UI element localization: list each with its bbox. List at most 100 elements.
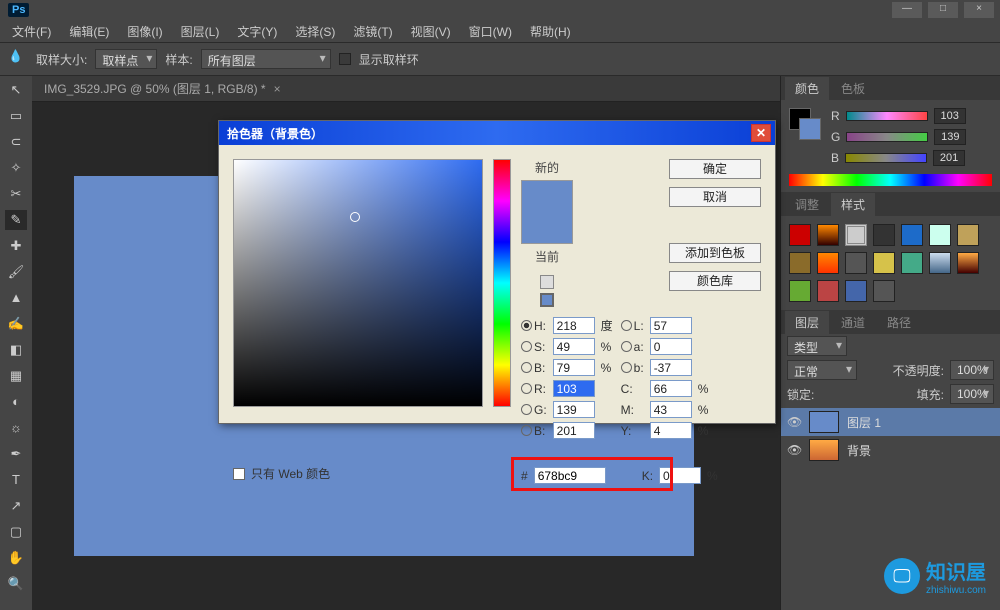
dialog-close-button[interactable]: ✕ <box>751 124 771 142</box>
r-input[interactable] <box>934 108 966 124</box>
layer-thumbnail[interactable] <box>809 439 839 461</box>
blend-mode-select[interactable]: 正常 <box>787 360 857 380</box>
hex-input[interactable] <box>534 467 606 484</box>
ok-button[interactable]: 确定 <box>669 159 761 179</box>
h-radio[interactable] <box>521 320 532 331</box>
r-slider[interactable] <box>846 111 928 121</box>
style-swatch[interactable] <box>789 224 811 246</box>
blur-tool[interactable]: ◐ <box>5 392 27 412</box>
k-input[interactable] <box>659 467 701 484</box>
hue-slider[interactable] <box>493 159 511 407</box>
layer-name[interactable]: 背景 <box>847 442 871 459</box>
path-tool[interactable]: ↗ <box>5 496 27 516</box>
hand-tool[interactable]: ✋ <box>5 548 27 568</box>
show-ring-checkbox[interactable] <box>339 53 351 65</box>
visibility-icon[interactable]: 👁 <box>787 443 801 457</box>
g-slider[interactable] <box>846 132 928 142</box>
window-minimize[interactable]: — <box>892 2 922 18</box>
layer-filter-select[interactable]: 类型 <box>787 336 847 356</box>
r-radio[interactable] <box>521 383 532 394</box>
menu-filter[interactable]: 滤镜(T) <box>353 23 392 40</box>
c-input[interactable] <box>650 380 692 397</box>
style-swatch[interactable] <box>873 252 895 274</box>
tab-color[interactable]: 颜色 <box>785 77 829 100</box>
lb-radio[interactable] <box>621 362 632 373</box>
style-swatch[interactable] <box>957 252 979 274</box>
style-swatch[interactable] <box>789 252 811 274</box>
style-swatch[interactable] <box>873 280 895 302</box>
style-swatch[interactable] <box>817 280 839 302</box>
gradient-tool[interactable]: ▦ <box>5 366 27 386</box>
eyedropper-tool[interactable]: ✎ <box>5 210 27 230</box>
document-tab[interactable]: IMG_3529.JPG @ 50% (图层 1, RGB/8) * × <box>32 76 780 102</box>
web-only-checkbox[interactable] <box>233 468 245 480</box>
style-swatch[interactable] <box>873 224 895 246</box>
style-swatch[interactable] <box>817 252 839 274</box>
tab-swatches[interactable]: 色板 <box>831 77 875 100</box>
m-input[interactable] <box>650 401 692 418</box>
add-swatch-button[interactable]: 添加到色板 <box>669 243 761 263</box>
g-input[interactable] <box>934 129 966 145</box>
marquee-tool[interactable]: ▭ <box>5 106 27 126</box>
bb-input[interactable] <box>553 359 595 376</box>
menu-window[interactable]: 窗口(W) <box>469 23 512 40</box>
g-input[interactable] <box>553 401 595 418</box>
layer-row[interactable]: 👁 图层 1 <box>781 408 1000 436</box>
b-input[interactable] <box>933 150 965 166</box>
s-input[interactable] <box>553 338 595 355</box>
menu-layer[interactable]: 图层(L) <box>181 23 220 40</box>
sample-size-select[interactable]: 取样点 <box>95 49 157 69</box>
move-tool[interactable]: ↖ <box>5 80 27 100</box>
dialog-title-bar[interactable]: 拾色器（背景色） ✕ <box>219 121 775 145</box>
crop-tool[interactable]: ✂ <box>5 184 27 204</box>
window-close[interactable]: × <box>964 2 994 18</box>
a-input[interactable] <box>650 338 692 355</box>
r-input[interactable] <box>553 380 595 397</box>
pen-tool[interactable]: ✒ <box>5 444 27 464</box>
tab-styles[interactable]: 样式 <box>831 193 875 216</box>
menu-view[interactable]: 视图(V) <box>411 23 451 40</box>
lasso-tool[interactable]: ⊂ <box>5 132 27 152</box>
cube-icon[interactable] <box>540 275 554 289</box>
style-swatch[interactable] <box>929 252 951 274</box>
heal-tool[interactable]: ✚ <box>5 236 27 256</box>
tab-adjustments[interactable]: 调整 <box>785 193 829 216</box>
tab-layers[interactable]: 图层 <box>785 311 829 334</box>
sample-layers-select[interactable]: 所有图层 <box>201 49 331 69</box>
layer-thumbnail[interactable] <box>809 411 839 433</box>
a-radio[interactable] <box>621 341 632 352</box>
brush-tool[interactable]: 🖌 <box>5 262 27 282</box>
style-swatch[interactable] <box>901 252 923 274</box>
stamp-tool[interactable]: ▲ <box>5 288 27 308</box>
menu-type[interactable]: 文字(Y) <box>237 23 277 40</box>
fill-input[interactable]: 100% <box>950 384 994 404</box>
window-maximize[interactable]: □ <box>928 2 958 18</box>
menu-help[interactable]: 帮助(H) <box>530 23 571 40</box>
history-brush[interactable]: ✍ <box>5 314 27 334</box>
menu-edit[interactable]: 编辑(E) <box>69 23 109 40</box>
zoom-tool[interactable]: 🔍 <box>5 574 27 594</box>
bl-input[interactable] <box>553 422 595 439</box>
close-tab-icon[interactable]: × <box>274 82 281 96</box>
cancel-button[interactable]: 取消 <box>669 187 761 207</box>
l-input[interactable] <box>650 317 692 334</box>
style-swatch[interactable] <box>845 224 867 246</box>
g-radio[interactable] <box>521 404 532 415</box>
layer-name[interactable]: 图层 1 <box>847 414 881 431</box>
style-swatch[interactable] <box>817 224 839 246</box>
tab-channels[interactable]: 通道 <box>831 311 875 334</box>
s-radio[interactable] <box>521 341 532 352</box>
h-input[interactable] <box>553 317 595 334</box>
style-swatch[interactable] <box>845 280 867 302</box>
shape-tool[interactable]: ▢ <box>5 522 27 542</box>
websafe-swatch[interactable] <box>540 293 554 307</box>
opacity-input[interactable]: 100% <box>950 360 994 380</box>
style-swatch[interactable] <box>901 224 923 246</box>
color-libs-button[interactable]: 颜色库 <box>669 271 761 291</box>
style-swatch[interactable] <box>845 252 867 274</box>
eraser-tool[interactable]: ◧ <box>5 340 27 360</box>
lb-input[interactable] <box>650 359 692 376</box>
wand-tool[interactable]: ✧ <box>5 158 27 178</box>
style-swatch[interactable] <box>957 224 979 246</box>
layer-row[interactable]: 👁 背景 <box>781 436 1000 464</box>
